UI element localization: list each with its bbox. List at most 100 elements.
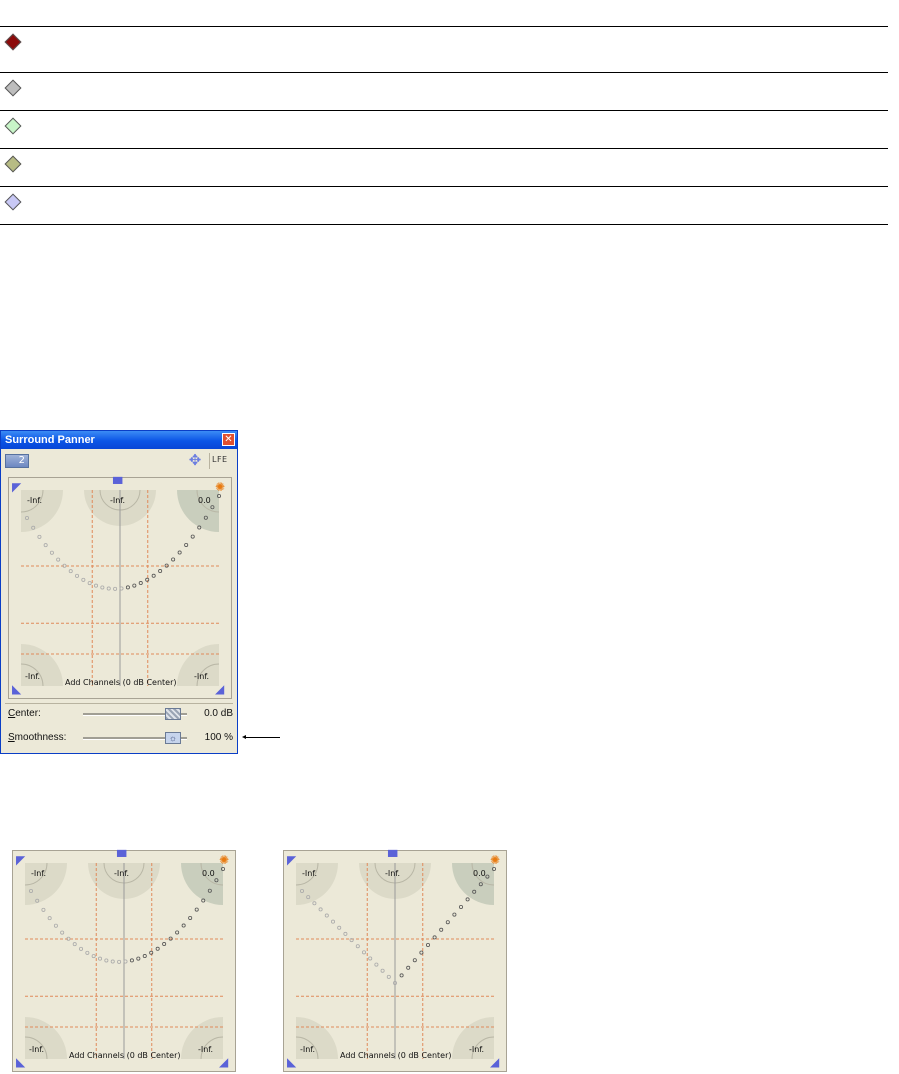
keyframe-point xyxy=(142,954,147,959)
center-control: Center: 0.0 dB xyxy=(1,705,237,723)
speaker-front-left-icon[interactable]: ◤ xyxy=(12,481,21,493)
keyframe-point xyxy=(312,901,317,906)
keyframe-point xyxy=(151,573,156,578)
keyframe-point xyxy=(458,905,463,910)
panner-graphic xyxy=(295,862,496,1060)
smoothness-slider-thumb[interactable]: ☼ xyxy=(164,732,181,744)
speaker-rear-left-icon[interactable]: ◣ xyxy=(287,1056,296,1068)
surround-panner-window: Surround Panner ✕ 2 ✥ LFE ◤ ▀ ✺ ◣ ◢ -Inf. -Inf… xyxy=(0,430,238,754)
keyframe-point xyxy=(331,919,336,924)
keyframe-point xyxy=(117,959,122,964)
keyframe-point xyxy=(419,950,424,955)
keyframe-point xyxy=(399,973,404,978)
keyframe-point xyxy=(374,962,379,967)
keyframe-point xyxy=(106,586,111,591)
keyframe-point xyxy=(94,583,99,588)
surround-panner-field[interactable]: ◤ ▀ ✺ ◣ ◢ -Inf. -Inf. 0.0 -Inf. -Inf. Add Channels… xyxy=(283,850,507,1072)
keyframe-point xyxy=(47,916,52,921)
center-level: -Inf. xyxy=(110,496,126,505)
speaker-rear-left-icon[interactable]: ◣ xyxy=(16,1056,25,1068)
keyframe-point xyxy=(171,557,176,562)
speaker-front-right-icon[interactable]: ✺ xyxy=(219,854,229,866)
speaker-rear-right-icon[interactable]: ◢ xyxy=(215,683,224,695)
window-title-bar[interactable]: Surround Panner ✕ xyxy=(1,431,237,449)
keyframe-point xyxy=(337,925,342,930)
keyframe-point xyxy=(190,534,195,539)
table-divider xyxy=(0,72,888,73)
speaker-center-icon[interactable]: ▀ xyxy=(117,851,126,863)
panel-divider xyxy=(5,703,233,704)
keyframe-point xyxy=(380,968,385,973)
speaker-front-right-icon[interactable]: ✺ xyxy=(490,854,500,866)
keyframe-point xyxy=(60,930,65,935)
keyframe-point xyxy=(113,586,118,591)
speaker-rear-right-icon[interactable]: ◢ xyxy=(490,1056,499,1068)
keyframe-point xyxy=(194,907,199,912)
rear-left-level: -Inf. xyxy=(29,1045,45,1054)
speaker-center-icon[interactable]: ▀ xyxy=(113,478,122,490)
keyframe-point xyxy=(412,958,417,963)
callout-line xyxy=(242,735,280,739)
keyframe-point xyxy=(132,583,137,588)
front-right-level: 0.0 xyxy=(198,496,211,505)
keyframe-point xyxy=(432,935,437,940)
window-title: Surround Panner xyxy=(5,434,95,446)
speaker-front-left-icon[interactable]: ◤ xyxy=(287,854,296,866)
keyframe-point xyxy=(145,577,150,582)
speaker-rear-right-icon[interactable]: ◢ xyxy=(219,1056,228,1068)
keyframe-point xyxy=(343,931,348,936)
keyframe-point xyxy=(138,581,143,586)
keyframe-point xyxy=(425,943,430,948)
keyframe-point xyxy=(439,927,444,932)
keyframe-point xyxy=(362,950,367,955)
keyframe-point xyxy=(87,581,92,586)
smoothness-control: Smoothness: ☼ 100 % xyxy=(1,729,237,747)
keyframe-point xyxy=(445,920,450,925)
speaker-front-left-icon[interactable]: ◤ xyxy=(16,854,25,866)
keyframe-point xyxy=(162,942,167,947)
keyframe-point xyxy=(324,913,329,918)
keyframe-point xyxy=(104,958,109,963)
center-slider-thumb[interactable] xyxy=(164,708,181,720)
keyframe-point xyxy=(181,923,186,928)
lfe-button[interactable]: LFE xyxy=(212,455,228,464)
keyframe-diamond-lavender-icon xyxy=(4,193,22,211)
keyframe-point xyxy=(368,956,373,961)
keyframe-point xyxy=(184,542,189,547)
keyframe-point xyxy=(125,585,130,590)
table-divider xyxy=(0,224,888,225)
center-label: Center: xyxy=(8,708,41,719)
front-right-level: 0.0 xyxy=(473,869,486,878)
smoothness-value: 100 % xyxy=(204,732,233,743)
panner-graphic xyxy=(24,862,225,1060)
panner-graphic xyxy=(20,489,221,687)
front-left-level: -Inf. xyxy=(31,869,47,878)
keyframe-point xyxy=(85,950,90,955)
keyframe-point xyxy=(175,930,180,935)
keyframe-point xyxy=(149,950,154,955)
keyframe-point xyxy=(56,557,61,562)
surround-panner-field[interactable]: ◤ ▀ ✺ ◣ ◢ -Inf. -Inf. 0.0 -Inf. -Inf. Add Channels… xyxy=(12,850,236,1072)
keyframe-diamond-olive-icon xyxy=(4,155,22,173)
speaker-rear-left-icon[interactable]: ◣ xyxy=(12,683,21,695)
panner-mode-label: Add Channels (0 dB Center) xyxy=(69,1051,181,1060)
speaker-front-right-icon[interactable]: ✺ xyxy=(215,481,225,493)
move-icon[interactable]: ✥ xyxy=(187,452,203,468)
surround-panner-field[interactable]: ◤ ▀ ✺ ◣ ◢ -Inf. -Inf. 0.0 -Inf. -Inf. Add Channels… xyxy=(8,477,232,699)
keyframe-point xyxy=(43,543,48,548)
front-left-level: -Inf. xyxy=(302,869,318,878)
keyframe-point xyxy=(49,550,54,555)
keyframe-point xyxy=(79,946,84,951)
keyframe-point xyxy=(465,897,470,902)
keyframe-point xyxy=(158,569,163,574)
keyframe-point xyxy=(91,954,96,959)
panner-toolbar: 2 ✥ LFE xyxy=(1,449,237,473)
front-right-level: 0.0 xyxy=(202,869,215,878)
smoothness-label: Smoothness: xyxy=(8,732,67,743)
close-icon[interactable]: ✕ xyxy=(222,433,235,446)
speaker-center-icon[interactable]: ▀ xyxy=(388,851,397,863)
channel-selector[interactable]: 2 xyxy=(5,454,29,468)
keyframe-point xyxy=(355,944,360,949)
keyframe-point xyxy=(100,585,105,590)
keyframe-point xyxy=(110,959,115,964)
